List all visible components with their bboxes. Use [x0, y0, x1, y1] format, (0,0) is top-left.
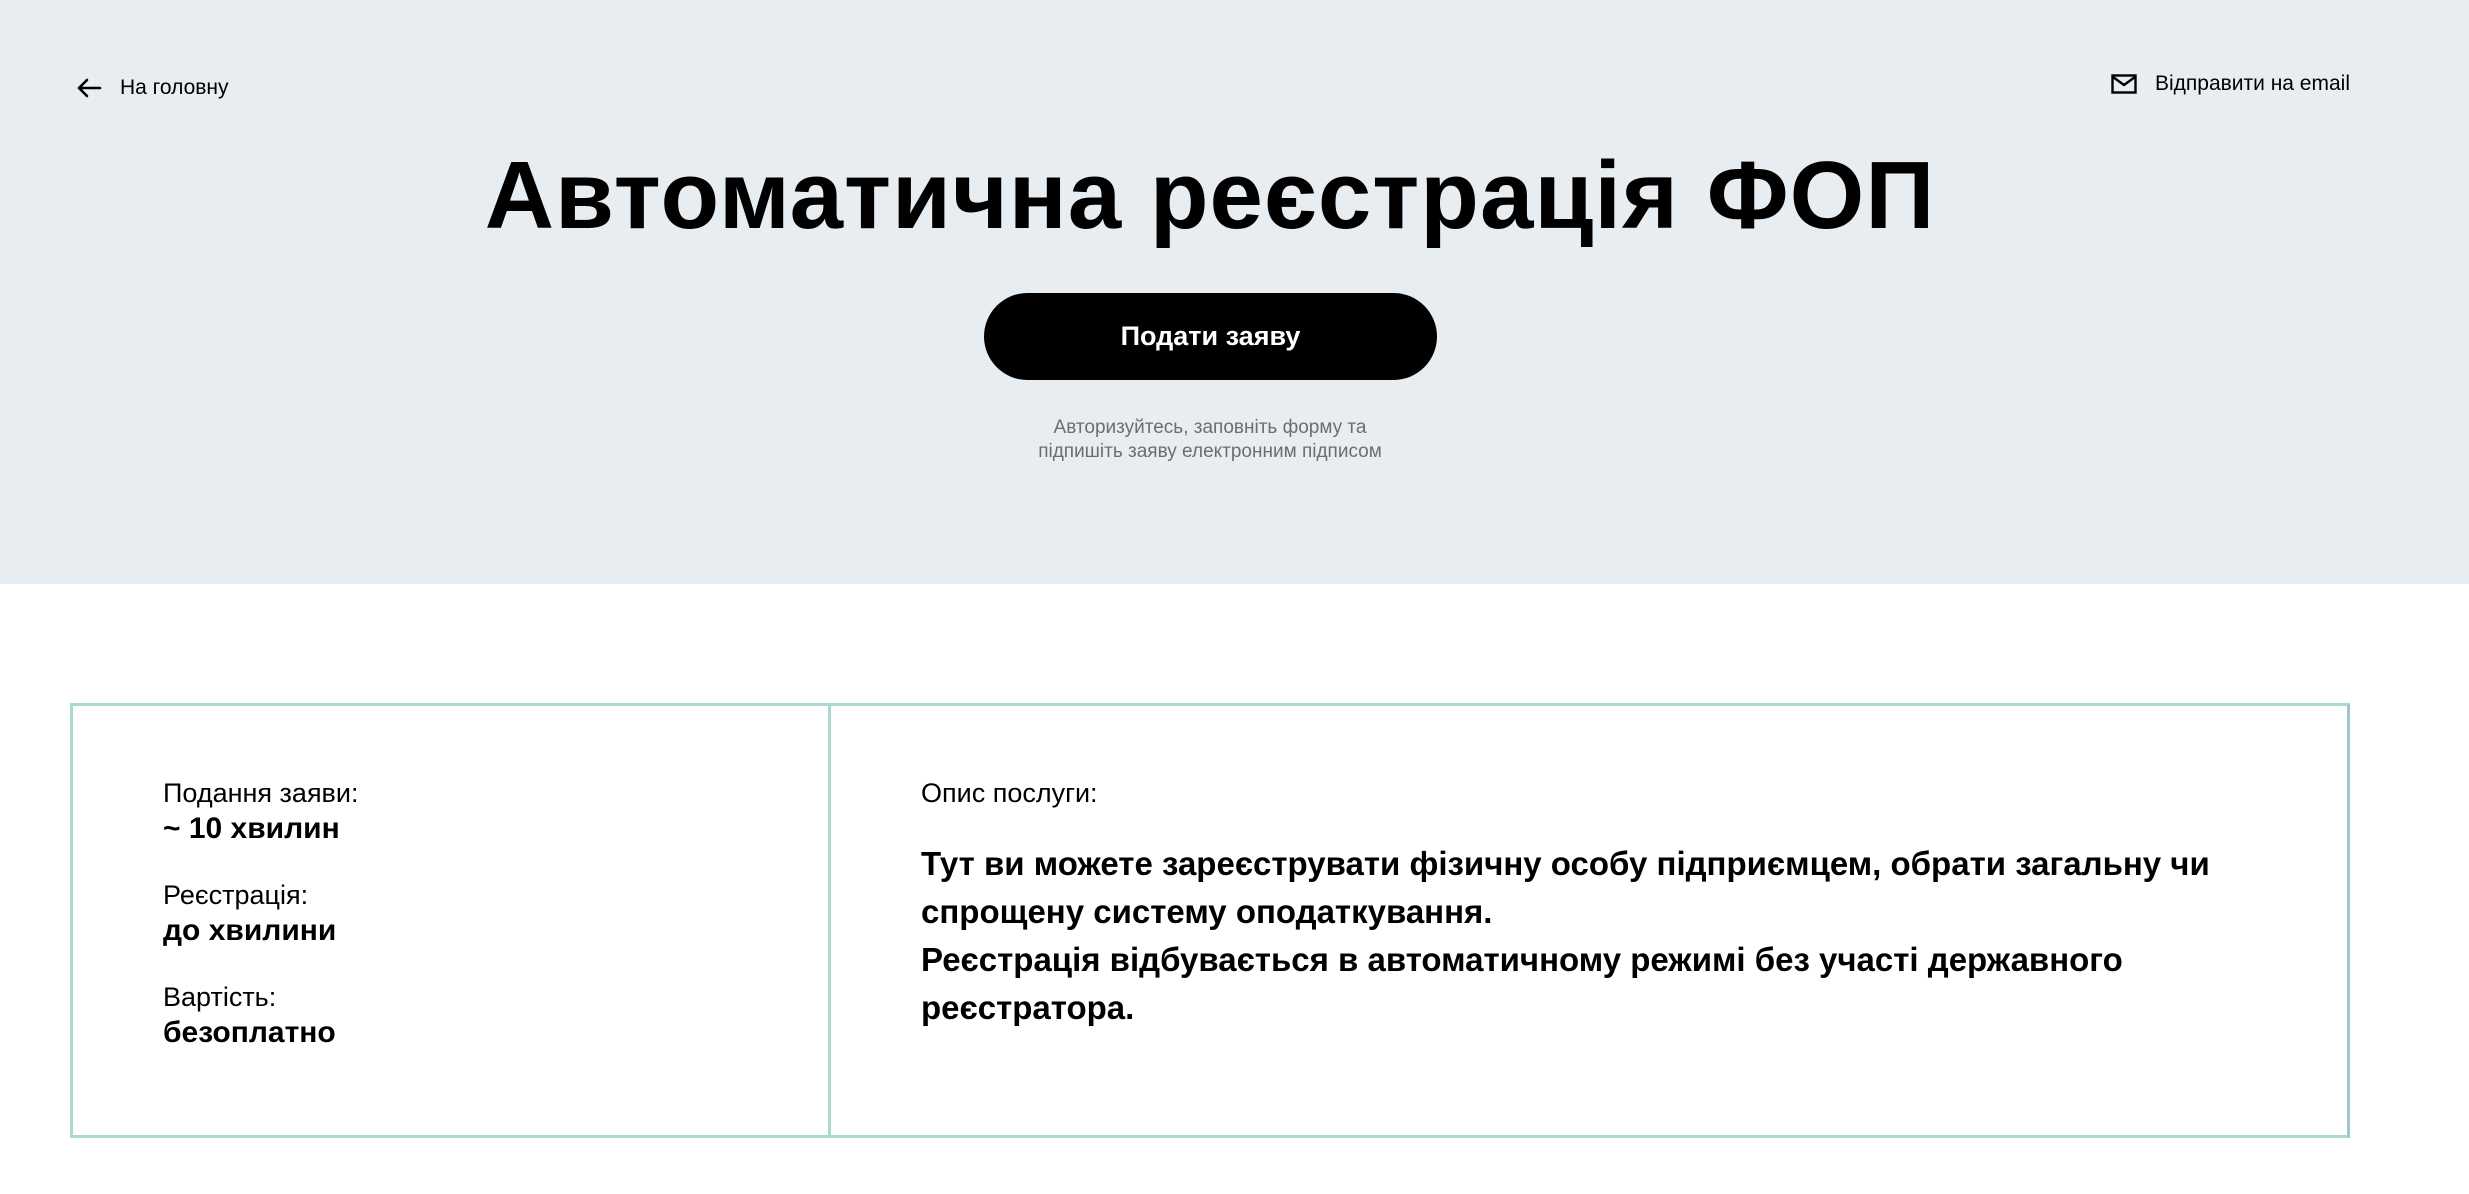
cta-hint-line: підпишіть заяву електронним підписом	[1038, 441, 1382, 462]
description-text: Тут ви можете зареєструвати фізичну особ…	[921, 840, 2257, 1032]
fact-registration-time: Реєстрація: до хвилини	[163, 878, 828, 950]
cta-hint: Авторизуйтесь, заповніть форму та підпиш…	[960, 416, 1460, 464]
service-info-card: Подання заяви: ~ 10 хвилин Реєстрація: д…	[70, 703, 2350, 1138]
fact-value: безоплатно	[163, 1016, 336, 1049]
fact-label: Подання заяви:	[163, 778, 359, 808]
back-link-label: На головну	[120, 76, 229, 99]
fact-label: Вартість:	[163, 982, 277, 1012]
service-facts: Подання заяви: ~ 10 хвилин Реєстрація: д…	[73, 706, 831, 1135]
back-to-home-link[interactable]: На головну	[76, 76, 229, 100]
page-title: Автоматична реєстрація ФОП	[484, 142, 1936, 249]
service-description: Опис послуги: Тут ви можете зареєструват…	[831, 706, 2347, 1135]
submit-application-button[interactable]: Подати заяву	[984, 293, 1437, 380]
fact-submission-time: Подання заяви: ~ 10 хвилин	[163, 776, 828, 848]
fact-label: Реєстрація:	[163, 880, 309, 910]
fact-cost: Вартість: безоплатно	[163, 980, 828, 1052]
email-link-label: Відправити на email	[2154, 72, 2350, 95]
description-label: Опис послуги:	[921, 778, 1098, 808]
send-email-link[interactable]: Відправити на email	[2111, 72, 2350, 96]
arrow-left-icon	[76, 78, 102, 98]
description-paragraph: Реєстрація відбувається в автоматичному …	[921, 941, 2123, 1026]
fact-value: до хвилини	[163, 914, 337, 947]
cta-hint-line: Авторизуйтесь, заповніть форму та	[1053, 417, 1367, 438]
fact-value: ~ 10 хвилин	[163, 812, 340, 845]
envelope-icon	[2111, 74, 2137, 94]
description-paragraph: Тут ви можете зареєструвати фізичну особ…	[921, 845, 2210, 930]
hero-section: На головну Відправити на email Автоматич…	[0, 0, 2469, 584]
